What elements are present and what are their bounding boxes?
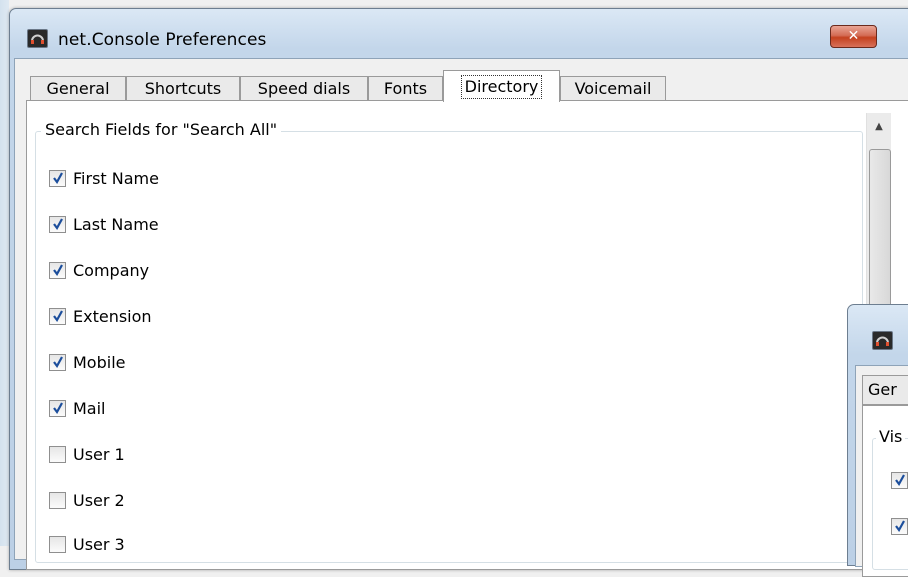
app-headset-icon (27, 29, 48, 48)
second-window-group-title: Vis (876, 427, 906, 446)
window-title: net.Console Preferences (58, 30, 267, 50)
checkbox-checked[interactable] (49, 170, 66, 187)
second-preferences-window[interactable]: Ger Vis (847, 304, 908, 577)
tab-label: General (46, 79, 110, 98)
scroll-up-arrow-icon[interactable]: ▲ (867, 113, 891, 141)
tab-label: Shortcuts (144, 79, 222, 98)
tab-speed-dials[interactable]: Speed dials (240, 76, 368, 100)
scroll-thumb[interactable] (869, 149, 891, 321)
close-button[interactable]: ✕ (830, 25, 877, 48)
checkbox-checked[interactable] (49, 354, 66, 371)
checkbox-checked[interactable] (891, 472, 908, 489)
close-icon: ✕ (847, 28, 860, 44)
checkbox-unchecked[interactable] (49, 536, 66, 553)
tab-label: Speed dials (257, 79, 351, 98)
tab-voicemail[interactable]: Voicemail (560, 76, 666, 100)
checkbox-label: Mobile (73, 353, 126, 372)
checkbox-label: User 2 (73, 491, 125, 510)
checkbox-unchecked[interactable] (49, 492, 66, 509)
checkbox-checked[interactable] (49, 308, 66, 325)
tab-shortcuts[interactable]: Shortcuts (126, 76, 240, 100)
tab-directory[interactable]: Directory (443, 70, 560, 102)
tab-label: Ger (868, 380, 897, 399)
second-window-tab-general[interactable]: Ger (862, 375, 908, 405)
app-headset-icon (872, 331, 893, 350)
checkbox-label: Company (73, 261, 150, 280)
tab-fonts[interactable]: Fonts (368, 76, 443, 100)
checkbox-unchecked[interactable] (49, 446, 66, 463)
checkbox-label: Mail (73, 399, 106, 418)
title-bar[interactable]: net.Console Preferences (10, 9, 908, 61)
checkbox-checked[interactable] (891, 518, 908, 535)
tab-label: Directory (460, 75, 543, 99)
tab-label: Fonts (383, 79, 428, 98)
checkbox-label: Extension (73, 307, 152, 326)
checkbox-label: User 1 (73, 445, 125, 464)
checkbox-checked[interactable] (49, 400, 66, 417)
checkbox-label: Last Name (73, 215, 159, 234)
tab-label: Voicemail (574, 79, 652, 98)
checkbox-checked[interactable] (49, 262, 66, 279)
tab-general[interactable]: General (30, 76, 126, 100)
search-fields-title: Search Fields for "Search All" (41, 120, 282, 139)
search-fields-group (35, 131, 863, 563)
checkbox-label: First Name (73, 169, 159, 188)
checkbox-checked[interactable] (49, 216, 66, 233)
second-window-group (872, 438, 908, 570)
checkbox-label: User 3 (73, 535, 125, 554)
